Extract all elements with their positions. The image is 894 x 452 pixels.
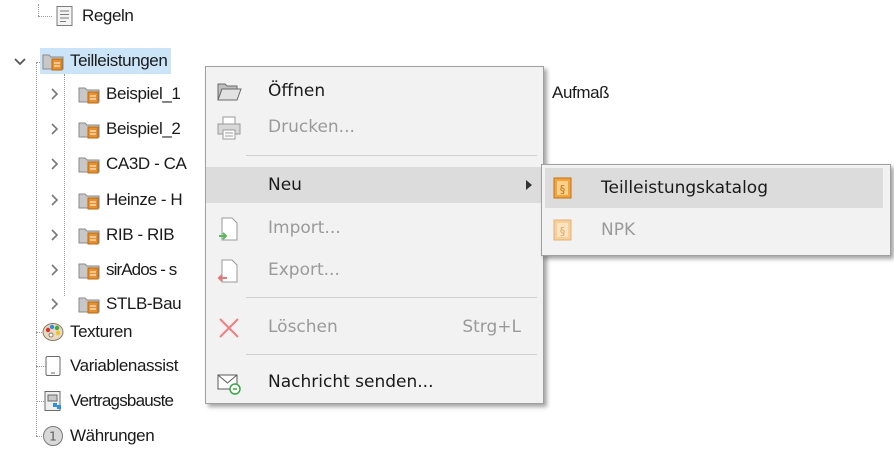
tree-item-label: Beispiel_2 — [106, 119, 181, 138]
tree-item-label: STLB-Bau — [106, 294, 182, 313]
contract-icon — [44, 391, 61, 411]
tree-item-label: CA3D - CA — [106, 154, 187, 173]
menu-item-oeffnen[interactable]: Öffnen — [206, 73, 543, 109]
open-folder-icon — [217, 83, 242, 101]
menu-item-label: Import... — [268, 218, 341, 238]
submenu-item-teilleistungskatalog[interactable]: § Teilleistungskatalog — [545, 168, 883, 208]
chevron-right-icon[interactable] — [48, 263, 62, 277]
menu-item-label: Nachricht senden... — [268, 372, 434, 392]
tree-item-label: Vertragsbauste — [70, 391, 174, 410]
tree-item-label: Heinze - H — [106, 190, 183, 209]
tree-item-variablenassistent[interactable]: Variablenassist — [42, 353, 178, 379]
menu-item-label: Löschen — [268, 317, 338, 337]
tree-item-label: Variablenassist — [70, 356, 179, 375]
svg-text:1: 1 — [49, 430, 57, 444]
tree-item-regeln[interactable]: Regeln — [54, 3, 134, 29]
folder-icon — [78, 228, 100, 245]
tree-item-label: Beispiel_1 — [106, 84, 181, 103]
folder-icon — [78, 157, 100, 174]
folder-icon — [78, 193, 100, 210]
palette-icon — [42, 323, 64, 341]
chevron-right-icon[interactable] — [48, 122, 62, 136]
tree-item-rib[interactable]: RIB - RIB — [78, 222, 175, 248]
tree-item-label: Regeln — [82, 6, 134, 25]
svg-text:§: § — [560, 225, 566, 238]
mail-icon — [217, 374, 241, 395]
submenu-arrow-icon — [526, 180, 532, 190]
submenu-item-label: NPK — [601, 220, 636, 240]
chevron-right-icon[interactable] — [48, 193, 62, 207]
chevron-right-icon[interactable] — [48, 297, 62, 311]
chevron-right-icon[interactable] — [48, 157, 62, 171]
menu-item-label: Neu — [268, 175, 302, 195]
import-icon — [219, 217, 238, 241]
menu-item-shortcut: Strg+L — [462, 317, 521, 337]
submenu-item-label: Teilleistungskatalog — [601, 178, 768, 198]
menu-separator — [246, 155, 537, 156]
folder-icon — [78, 87, 100, 104]
tree-item-label: sirAdos - s — [106, 260, 177, 279]
catalog-icon: § — [553, 219, 572, 241]
chevron-right-icon[interactable] — [48, 228, 62, 242]
tree-item-ca3d[interactable]: CA3D - CA — [78, 151, 187, 177]
tree-item-label: Texturen — [70, 322, 133, 341]
tree-item-beispiel-1[interactable]: Beispiel_1 — [78, 81, 181, 107]
folder-icon — [78, 263, 100, 280]
delete-icon — [219, 318, 239, 338]
menu-item-label: Export... — [268, 260, 340, 280]
svg-text:§: § — [560, 183, 566, 196]
rules-icon — [56, 6, 73, 26]
chevron-right-icon[interactable] — [48, 87, 62, 101]
tree-item-label: Währungen — [70, 426, 155, 445]
tablet-icon — [45, 356, 61, 376]
menu-item-nachricht-senden[interactable]: Nachricht senden... — [206, 364, 543, 400]
tree-item-heinze[interactable]: Heinze - H — [78, 187, 183, 213]
menu-separator — [246, 354, 537, 355]
catalog-icon: § — [553, 177, 572, 199]
tree-item-label: RIB - RIB — [106, 225, 175, 244]
menu-item-drucken[interactable]: Drucken... — [206, 109, 543, 145]
menu-item-export[interactable]: Export... — [206, 252, 543, 288]
menu-item-loeschen[interactable]: Löschen Strg+L — [206, 309, 543, 345]
menu-item-label: Drucken... — [268, 117, 355, 137]
menu-item-label: Öffnen — [268, 81, 326, 101]
submenu-neu: § Teilleistungskatalog § NPK — [541, 164, 891, 256]
folder-icon — [78, 122, 100, 139]
tree-item-stlb-bau[interactable]: STLB-Bau — [78, 291, 182, 317]
tree-item-siradcos[interactable]: sirAdos - s — [78, 257, 177, 283]
menu-item-import[interactable]: Import... — [206, 210, 543, 246]
menu-separator — [246, 297, 537, 298]
folder-icon — [42, 54, 64, 71]
folder-icon — [78, 297, 100, 314]
tree-item-label: Teilleistungen — [70, 51, 168, 70]
tree-item-beispiel-2[interactable]: Beispiel_2 — [78, 116, 181, 142]
context-menu: Öffnen Drucken... Neu Import... Export..… — [205, 66, 544, 404]
menu-item-neu[interactable]: Neu — [206, 167, 543, 203]
chevron-down-icon[interactable] — [13, 55, 27, 69]
export-icon — [217, 259, 238, 283]
background-column-text: Aufmaß — [552, 83, 610, 102]
printer-icon — [217, 116, 241, 140]
tree-item-waehrungen[interactable]: 1 Währungen — [42, 423, 155, 449]
submenu-item-npk[interactable]: § NPK — [545, 210, 883, 250]
tree-item-texturen[interactable]: Texturen — [42, 319, 132, 345]
tree-item-teilleistungen[interactable]: Teilleistungen — [40, 48, 172, 74]
currency-icon: 1 — [43, 426, 63, 446]
tree-item-vertragsbausteine[interactable]: Vertragsbauste — [42, 388, 174, 414]
